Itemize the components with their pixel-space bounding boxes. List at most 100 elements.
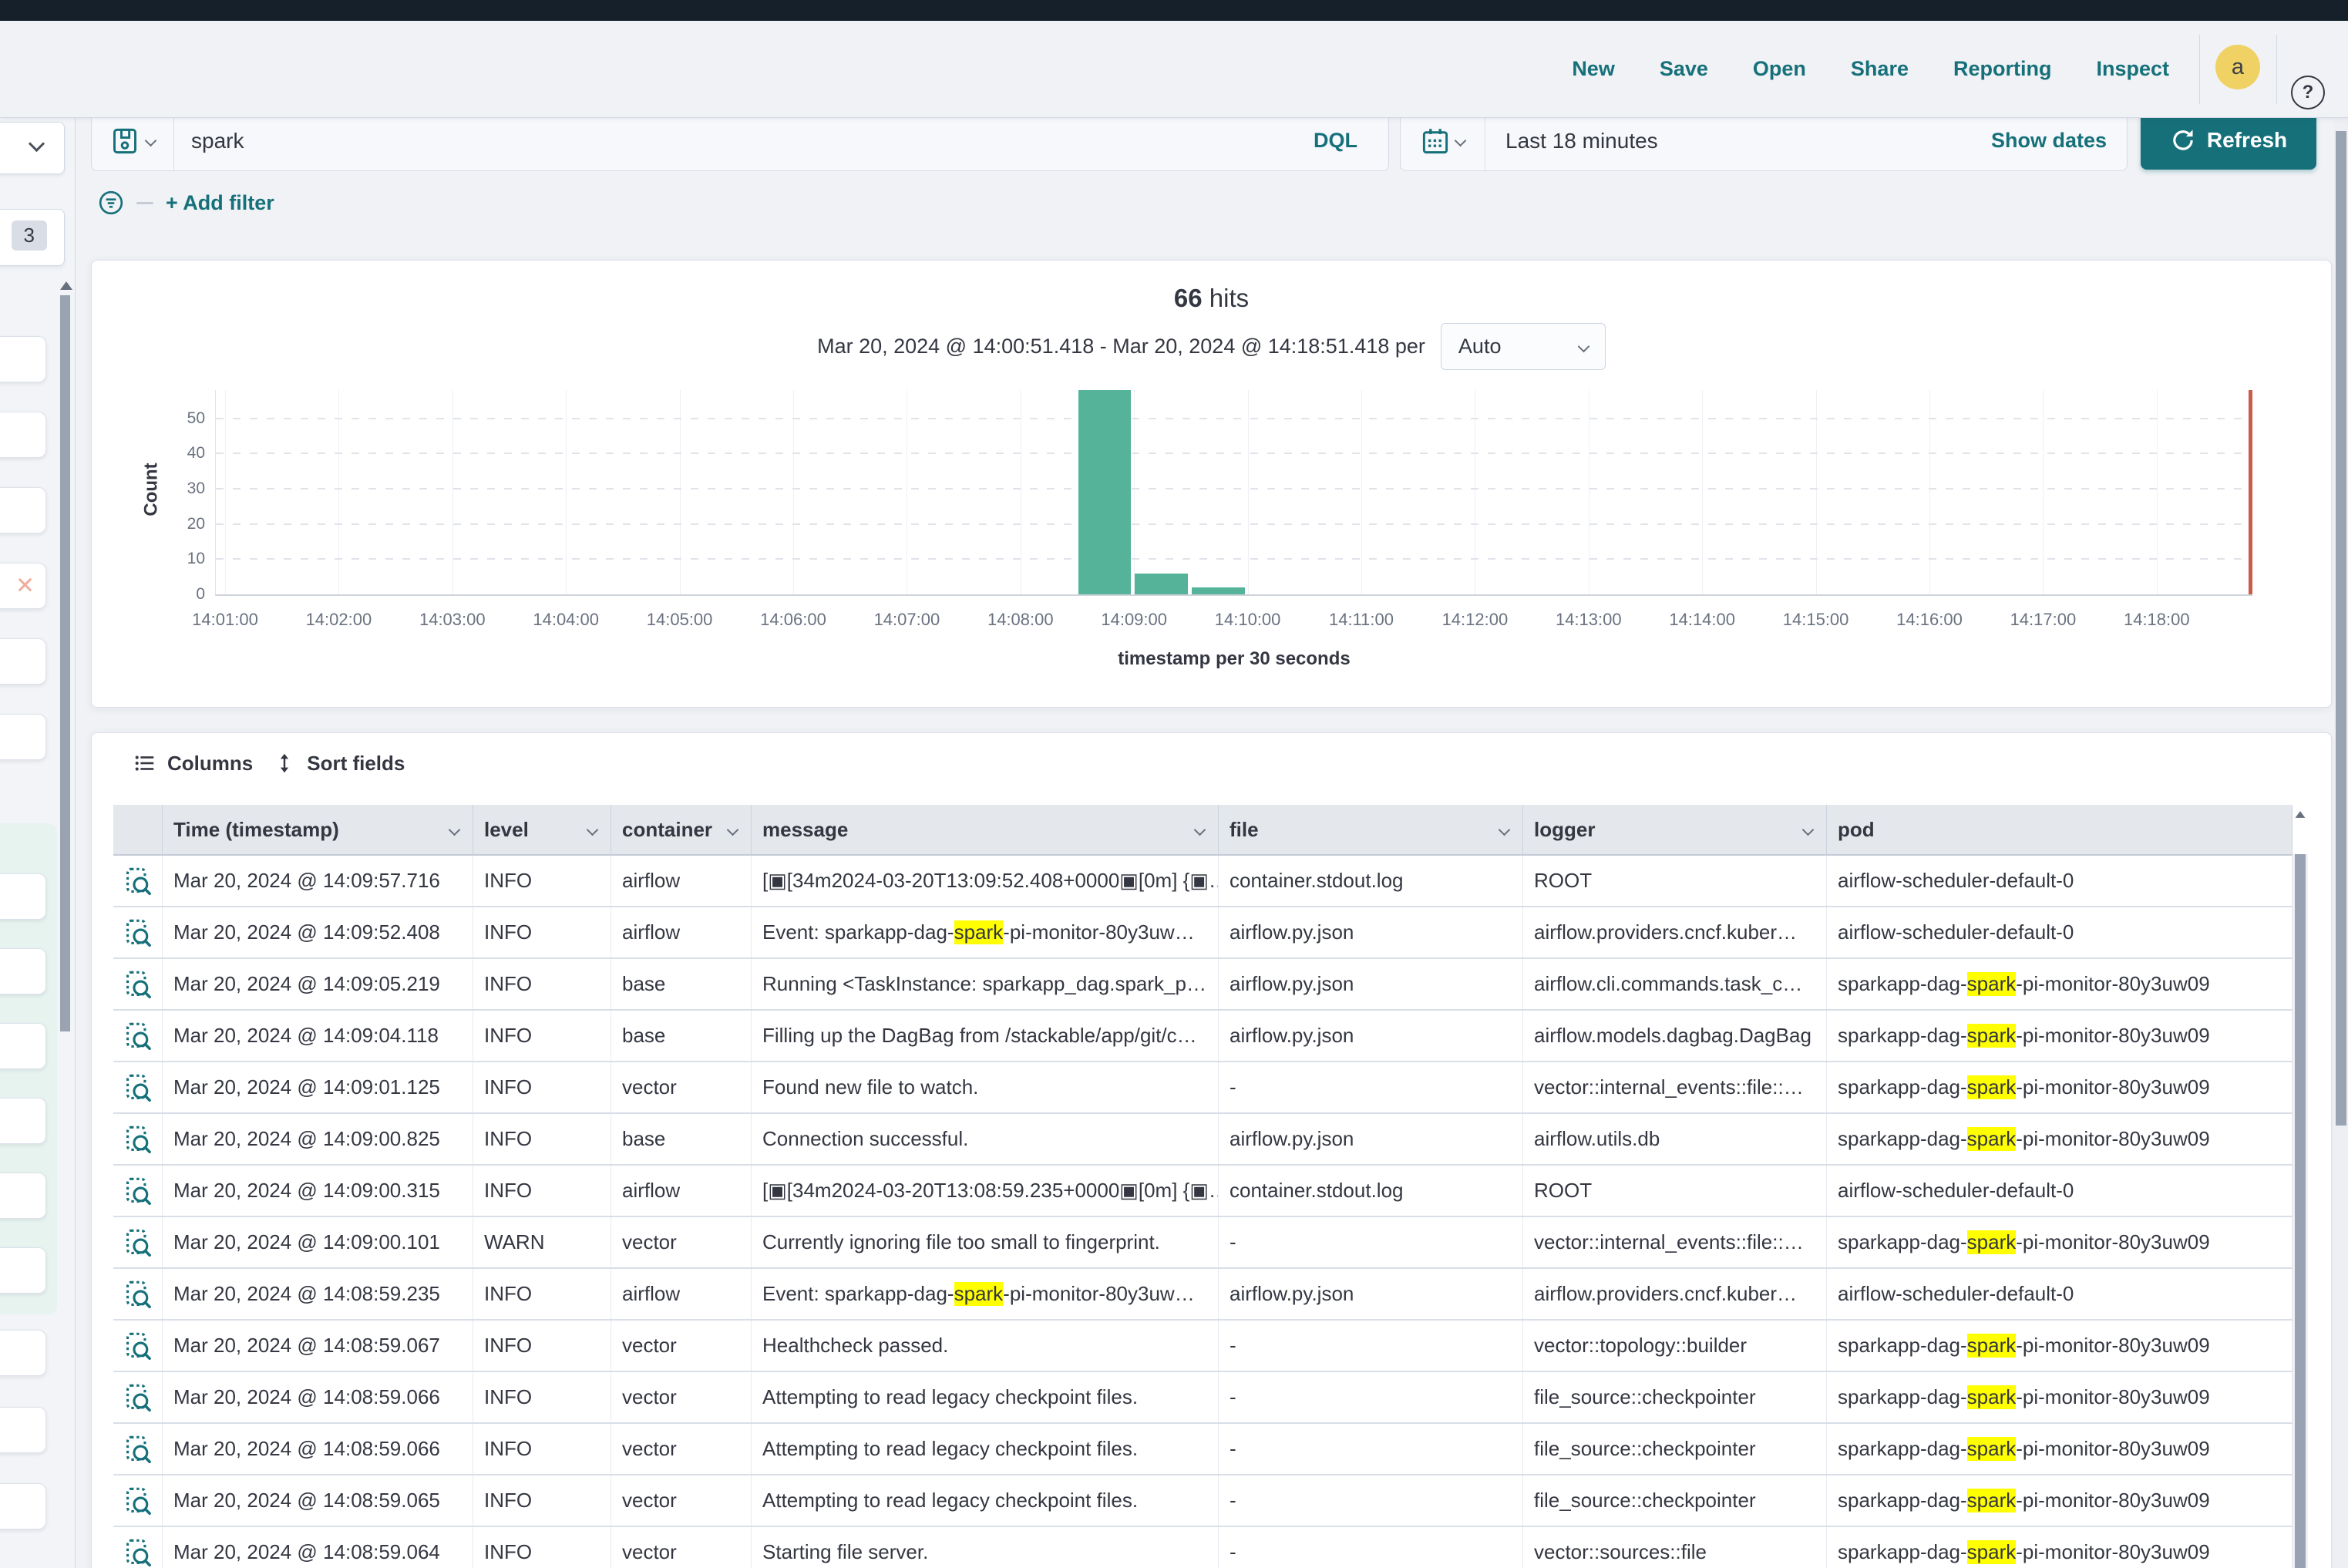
avatar[interactable]: a xyxy=(2215,45,2260,89)
search-input[interactable]: spark xyxy=(191,129,1314,153)
expand-row-button[interactable] xyxy=(113,1217,163,1267)
expand-row-button[interactable] xyxy=(113,1011,163,1061)
field-card[interactable] xyxy=(0,1247,46,1294)
field-card[interactable] xyxy=(0,1023,46,1069)
cell-logger: airflow.utils.db xyxy=(1523,1114,1827,1164)
column-header-logger[interactable]: logger xyxy=(1523,805,1827,854)
cell-level: WARN xyxy=(473,1217,611,1267)
table-scrollbar-thumb[interactable] xyxy=(2295,854,2306,1568)
cell-file: container.stdout.log xyxy=(1219,1166,1523,1216)
histogram-panel: 66 hits Mar 20, 2024 @ 14:00:51.418 - Ma… xyxy=(91,260,2332,708)
sidebar-collapse-panel[interactable] xyxy=(0,122,65,174)
x-gridline xyxy=(1816,390,1817,594)
table-row: Mar 20, 2024 @ 14:08:59.067INFOvectorHea… xyxy=(113,1321,2292,1372)
field-card[interactable] xyxy=(0,336,46,382)
cell-container: base xyxy=(611,1011,752,1061)
inspect-document-icon xyxy=(125,1331,151,1361)
field-card[interactable] xyxy=(0,1173,46,1219)
now-marker xyxy=(2249,390,2252,594)
field-card[interactable] xyxy=(0,412,46,458)
refresh-button[interactable]: Refresh xyxy=(2141,110,2316,170)
field-card[interactable] xyxy=(0,487,46,533)
cell-pod: airflow-scheduler-default-0 xyxy=(1827,907,2292,957)
nav-link-new[interactable]: New xyxy=(1572,57,1615,81)
selected-fields-count-panel[interactable]: 3 xyxy=(0,209,65,266)
date-range-value[interactable]: Last 18 minutes xyxy=(1505,129,1991,153)
add-filter-button[interactable]: + Add filter xyxy=(166,191,274,215)
nav-link-save[interactable]: Save xyxy=(1660,57,1708,81)
filter-icon[interactable] xyxy=(98,190,124,216)
expand-row-button[interactable] xyxy=(113,1062,163,1112)
field-card[interactable] xyxy=(0,1483,46,1529)
cell-message: Attempting to read legacy checkpoint fil… xyxy=(752,1372,1219,1422)
table-scrollbar[interactable] xyxy=(2292,854,2308,1568)
nav-link-open[interactable]: Open xyxy=(1753,57,1806,81)
inspect-document-icon xyxy=(125,1538,151,1567)
field-card[interactable] xyxy=(0,1407,46,1453)
field-card[interactable] xyxy=(0,1098,46,1144)
column-header-file[interactable]: file xyxy=(1219,805,1523,854)
inspect-document-icon xyxy=(125,970,151,999)
query-bar[interactable]: spark DQL xyxy=(91,110,1389,171)
date-quick-menu[interactable] xyxy=(1401,111,1485,170)
cell-time: Mar 20, 2024 @ 14:08:59.065 xyxy=(163,1475,473,1526)
saved-query-menu[interactable] xyxy=(92,111,174,170)
cell-level: INFO xyxy=(473,1114,611,1164)
field-card[interactable] xyxy=(0,714,46,760)
expand-row-button[interactable] xyxy=(113,907,163,957)
table-scroll-up-icon[interactable] xyxy=(2296,811,2306,818)
cell-level: INFO xyxy=(473,1321,611,1371)
expand-row-button[interactable] xyxy=(113,1527,163,1568)
histogram-bar[interactable] xyxy=(1192,587,1245,594)
columns-button[interactable]: Columns xyxy=(133,752,253,776)
expand-row-button[interactable] xyxy=(113,1372,163,1422)
interval-select[interactable]: Auto xyxy=(1441,323,1606,370)
column-header-time[interactable]: Time (timestamp) xyxy=(163,805,473,854)
column-header-message[interactable]: message xyxy=(752,805,1219,854)
cell-pod: airflow-scheduler-default-0 xyxy=(1827,1166,2292,1216)
field-card[interactable] xyxy=(0,1330,46,1376)
field-card[interactable] xyxy=(0,948,46,994)
nav-link-reporting[interactable]: Reporting xyxy=(1953,57,2052,81)
expand-row-button[interactable] xyxy=(113,856,163,906)
nav-link-share[interactable]: Share xyxy=(1851,57,1909,81)
sidebar-scrollbar[interactable] xyxy=(60,295,70,1031)
field-card[interactable]: ✕ xyxy=(0,563,46,609)
field-card[interactable] xyxy=(0,638,46,685)
x-tick-label: 14:02:00 xyxy=(281,610,396,630)
x-tick-label: 14:18:00 xyxy=(2099,610,2215,630)
expand-row-button[interactable] xyxy=(113,1166,163,1216)
help-icon[interactable]: ? xyxy=(2291,76,2325,109)
histogram-bar[interactable] xyxy=(1135,574,1188,594)
page-scrollbar-thumb[interactable] xyxy=(2336,131,2346,1126)
field-card[interactable] xyxy=(0,873,46,920)
histogram-bar[interactable] xyxy=(1078,390,1132,594)
remove-field-icon[interactable]: ✕ xyxy=(15,573,35,600)
cell-level: INFO xyxy=(473,1011,611,1061)
column-header-level[interactable]: level xyxy=(473,805,611,854)
expand-row-button[interactable] xyxy=(113,1269,163,1319)
date-picker[interactable]: Last 18 minutes Show dates xyxy=(1400,110,2128,171)
expand-row-button[interactable] xyxy=(113,1321,163,1371)
page-scrollbar[interactable] xyxy=(2334,118,2348,1568)
cell-message: [▣[34m2024-03-20T13:08:59.235+0000▣[0m] … xyxy=(752,1166,1219,1216)
expand-row-button[interactable] xyxy=(113,1114,163,1164)
query-language-button[interactable]: DQL xyxy=(1314,129,1357,153)
sidebar-scroll-up-icon[interactable] xyxy=(60,281,72,290)
column-header-container[interactable]: container xyxy=(611,805,752,854)
cell-pod: sparkapp-dag-spark-pi-monitor-80y3uw09 xyxy=(1827,1527,2292,1568)
cell-level: INFO xyxy=(473,1062,611,1112)
show-dates-button[interactable]: Show dates xyxy=(1991,129,2107,153)
sort-fields-button[interactable]: Sort fields xyxy=(273,752,405,776)
expand-row-button[interactable] xyxy=(113,959,163,1009)
nav-link-inspect[interactable]: Inspect xyxy=(2096,57,2169,81)
table-row: Mar 20, 2024 @ 14:09:00.315INFOairflow[▣… xyxy=(113,1166,2292,1217)
column-header-pod[interactable]: pod xyxy=(1827,805,2292,854)
chevron-down-icon xyxy=(144,135,156,147)
cell-message: Running <TaskInstance: sparkapp_dag.spar… xyxy=(752,959,1219,1009)
cell-logger: airflow.models.dagbag.DagBag xyxy=(1523,1011,1827,1061)
expand-row-button[interactable] xyxy=(113,1475,163,1526)
cell-pod: sparkapp-dag-spark-pi-monitor-80y3uw09 xyxy=(1827,1217,2292,1267)
cell-level: INFO xyxy=(473,1372,611,1422)
expand-row-button[interactable] xyxy=(113,1424,163,1474)
